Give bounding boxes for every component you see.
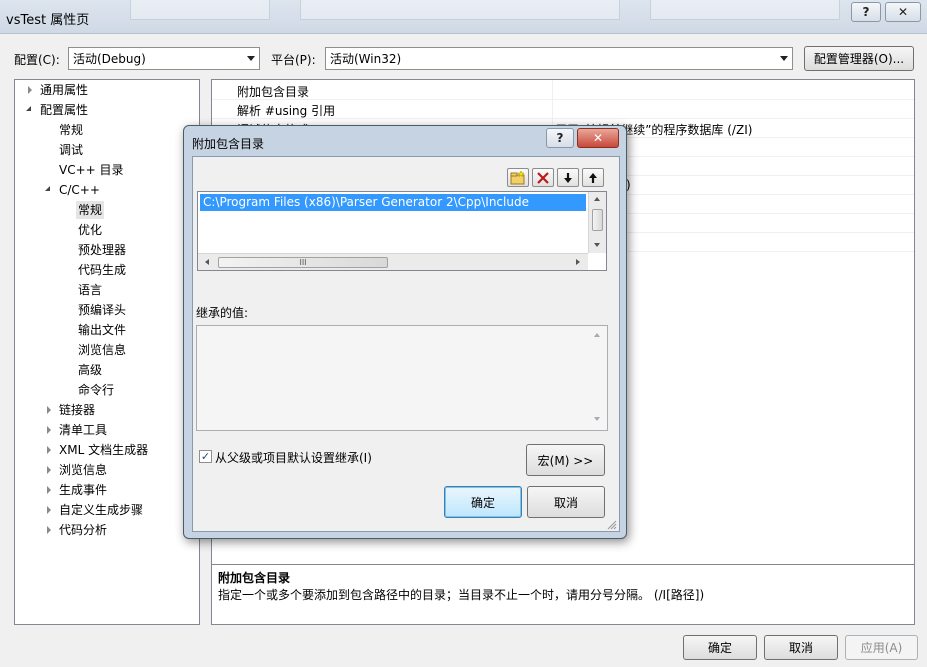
- scroll-right-icon[interactable]: [576, 259, 580, 265]
- chevron-down-icon: [247, 56, 255, 61]
- ok-button[interactable]: 确定: [683, 635, 757, 660]
- expand-arrow-icon[interactable]: [47, 406, 51, 414]
- cancel-button[interactable]: 取消: [764, 635, 838, 660]
- collapse-arrow-icon[interactable]: [45, 186, 50, 191]
- collapse-arrow-icon[interactable]: [26, 106, 31, 111]
- grid-row-name: 附加包含目录: [237, 85, 310, 99]
- inherited-values-box: [196, 325, 608, 431]
- tree-item-cpp-general[interactable]: 常规: [76, 201, 105, 219]
- grid-row[interactable]: 附加包含目录: [212, 81, 914, 100]
- tree-item-linker[interactable]: 链接器: [59, 401, 95, 419]
- resize-grip-icon[interactable]: [607, 519, 617, 533]
- inherit-checkbox-label[interactable]: 从父级或项目默认设置继承(I): [215, 449, 372, 466]
- tree-item-config-properties[interactable]: 配置属性: [40, 101, 88, 119]
- dialog-close-button[interactable]: ✕: [577, 128, 619, 148]
- include-dirs-dialog: 附加包含目录 ? ✕ C:\Program Files (x86)\Parser…: [183, 125, 627, 539]
- scroll-thumb[interactable]: [592, 209, 603, 231]
- expand-arrow-icon[interactable]: [47, 446, 51, 454]
- inherit-checkbox[interactable]: ✓: [199, 450, 212, 463]
- directory-list[interactable]: C:\Program Files (x86)\Parser Generator …: [197, 191, 607, 271]
- title-decor: [130, 0, 270, 20]
- chevron-down-icon: [780, 56, 788, 61]
- config-manager-button[interactable]: 配置管理器(O)...: [804, 46, 914, 71]
- platform-dropdown[interactable]: 活动(Win32): [325, 47, 793, 70]
- tree-item-optimization[interactable]: 优化: [78, 221, 102, 239]
- scroll-down-icon: [594, 417, 600, 421]
- delete-line-button[interactable]: [532, 168, 554, 187]
- tree-item-vc-directories[interactable]: VC++ 目录: [59, 161, 124, 179]
- tree-item-debugging[interactable]: 调试: [59, 141, 83, 159]
- tree-item-general[interactable]: 常规: [59, 121, 83, 139]
- new-folder-button[interactable]: [507, 168, 529, 187]
- move-up-button[interactable]: [582, 168, 604, 187]
- scroll-down-icon[interactable]: [594, 243, 600, 247]
- config-value: 活动(Debug): [73, 52, 146, 66]
- description-pane: 附加包含目录 指定一个或多个要添加到包含路径中的目录；当目录不止一个时，请用分号…: [211, 565, 915, 625]
- tree-item-code-analysis[interactable]: 代码分析: [59, 521, 107, 539]
- property-tree[interactable]: 通用属性 配置属性 常规 调试 VC++ 目录 C/C++ 常规 优化 预处理器…: [14, 79, 200, 625]
- macro-button[interactable]: 宏(M) >>: [526, 444, 605, 476]
- tree-item-build-events[interactable]: 生成事件: [59, 481, 107, 499]
- new-folder-icon: [510, 170, 525, 184]
- tree-item-language[interactable]: 语言: [78, 281, 102, 299]
- window-title: vsTest 属性页: [6, 13, 90, 28]
- grid-row-name: 解析 #using 引用: [237, 104, 336, 118]
- arrow-down-icon: [564, 172, 572, 183]
- title-decor: [300, 0, 620, 20]
- dialog-client-area: C:\Program Files (x86)\Parser Generator …: [192, 156, 620, 532]
- tree-item-output-files[interactable]: 输出文件: [78, 321, 126, 339]
- arrow-up-icon: [589, 172, 597, 183]
- dialog-cancel-button[interactable]: 取消: [527, 486, 605, 518]
- tree-item-advanced[interactable]: 高级: [78, 361, 102, 379]
- inherited-values-label: 继承的值:: [196, 306, 249, 320]
- grid-row[interactable]: 解析 #using 引用: [212, 100, 914, 119]
- dialog-title: 附加包含目录: [192, 137, 265, 151]
- description-text: 指定一个或多个要添加到包含路径中的目录；当目录不止一个时，请用分号分隔。 (/I…: [218, 588, 705, 602]
- title-decor: [650, 0, 840, 20]
- tree-item-common-properties[interactable]: 通用属性: [40, 81, 88, 99]
- expand-arrow-icon[interactable]: [47, 486, 51, 494]
- apply-button[interactable]: 应用(A): [845, 635, 918, 660]
- horizontal-scrollbar[interactable]: III: [198, 253, 588, 270]
- close-button[interactable]: ✕: [885, 2, 921, 22]
- tree-item-xml-doc-generator[interactable]: XML 文档生成器: [59, 441, 148, 459]
- list-item[interactable]: C:\Program Files (x86)\Parser Generator …: [200, 194, 586, 211]
- tree-item-preprocessor[interactable]: 预处理器: [78, 241, 126, 259]
- dialog-help-button[interactable]: ?: [546, 128, 574, 148]
- platform-value: 活动(Win32): [330, 52, 402, 66]
- tree-item-command-line[interactable]: 命令行: [78, 381, 114, 399]
- config-dropdown[interactable]: 活动(Debug): [68, 47, 260, 70]
- expand-arrow-icon[interactable]: [47, 506, 51, 514]
- scroll-left-icon[interactable]: [205, 259, 209, 265]
- move-down-button[interactable]: [557, 168, 579, 187]
- tree-item-browse-info-2[interactable]: 浏览信息: [59, 461, 107, 479]
- expand-arrow-icon[interactable]: [28, 86, 32, 94]
- tree-item-manifest-tool[interactable]: 清单工具: [59, 421, 107, 439]
- delete-icon: [537, 171, 549, 184]
- expand-arrow-icon[interactable]: [47, 466, 51, 474]
- expand-arrow-icon[interactable]: [47, 526, 51, 534]
- scroll-up-icon[interactable]: [594, 197, 600, 201]
- vertical-scrollbar[interactable]: [588, 192, 606, 253]
- scroll-up-icon: [594, 333, 600, 337]
- tree-item-cpp[interactable]: C/C++: [59, 181, 100, 199]
- tree-item-precompiled-headers[interactable]: 预编译头: [78, 301, 126, 319]
- help-button[interactable]: ?: [851, 2, 881, 22]
- platform-label: 平台(P):: [271, 53, 316, 67]
- config-label: 配置(C):: [14, 53, 60, 67]
- expand-arrow-icon[interactable]: [47, 426, 51, 434]
- hscroll-thumb[interactable]: III: [218, 257, 388, 268]
- window-titlebar: vsTest 属性页 ? ✕: [0, 0, 927, 34]
- tree-item-browse-info[interactable]: 浏览信息: [78, 341, 126, 359]
- dialog-ok-button[interactable]: 确定: [444, 486, 522, 518]
- tree-item-custom-build-step[interactable]: 自定义生成步骤: [59, 501, 143, 519]
- tree-item-code-generation[interactable]: 代码生成: [78, 261, 126, 279]
- description-title: 附加包含目录: [218, 571, 291, 585]
- inherited-scrollbar: [589, 326, 607, 430]
